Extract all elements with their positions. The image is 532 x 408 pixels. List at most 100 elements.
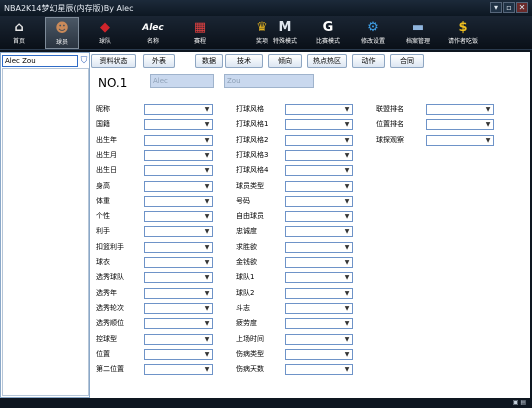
col2-select[interactable]: ▼ <box>285 257 353 268</box>
col1-select[interactable]: ▼ <box>144 241 213 253</box>
col3-select[interactable]: ▼ <box>426 104 494 115</box>
toolbar-button-9[interactable]: ▬ 档案管理 <box>401 17 435 49</box>
col1-select[interactable]: ▼ <box>144 211 213 223</box>
col1-select[interactable]: ▼ <box>144 165 213 177</box>
tab-0[interactable]: 资料状态 <box>91 54 136 68</box>
col2-select[interactable]: ▼ <box>285 241 353 253</box>
chevron-down-icon: ▼ <box>204 136 210 144</box>
app-window: NBA2K14梦幻星辰(内存版)By Alec ▾ ▫ ✕ ⌂ 首页 ☻ 球员 ◆ 球队 A… <box>0 0 532 408</box>
filter-icon[interactable]: ⛉ <box>79 55 89 67</box>
col1-label: 选秀轮次 <box>96 303 124 312</box>
col1-select[interactable]: ▼ <box>144 257 213 268</box>
col2-select[interactable]: ▼ <box>285 104 353 115</box>
col3-label: 球探观察 <box>376 135 404 144</box>
col1-select[interactable]: ▼ <box>144 180 213 192</box>
col2-select[interactable]: ▼ <box>285 180 353 192</box>
col2-label: 球队2 <box>236 288 255 297</box>
col1-select[interactable]: ▼ <box>144 104 213 115</box>
col1-select[interactable]: ▼ <box>144 364 213 376</box>
col2-label: 金钱欲 <box>236 258 257 266</box>
col2-select[interactable]: ▼ <box>285 272 353 284</box>
window-title: NBA2K14梦幻星辰(内存版)By Alec <box>4 4 134 13</box>
col2-label: 自由球员 <box>236 212 264 221</box>
col2-select[interactable]: ▼ <box>285 211 353 223</box>
tab-5[interactable]: 热点热区 <box>307 54 347 68</box>
gatorade-icon: G <box>322 20 334 35</box>
maximize-button[interactable]: ▫ <box>503 2 515 13</box>
col2-select[interactable]: ▼ <box>285 165 353 177</box>
toolbar-button-label: 球员 <box>55 39 68 46</box>
col1-select[interactable]: ▼ <box>144 333 213 345</box>
chevron-down-icon: ▼ <box>344 274 350 282</box>
player-list[interactable] <box>2 68 89 396</box>
col1-select[interactable]: ▼ <box>144 302 213 314</box>
col1-label: 选秀顺位 <box>96 319 124 328</box>
col3-select[interactable]: ▼ <box>426 134 494 146</box>
col2-select[interactable]: ▼ <box>285 119 353 131</box>
toolbar-button-label: 请作者吃饭 <box>447 38 478 45</box>
col2-select[interactable]: ▼ <box>285 287 353 299</box>
chevron-down-icon: ▼ <box>344 197 350 205</box>
chevron-down-icon: ▼ <box>204 213 210 221</box>
col1-select[interactable]: ▼ <box>144 318 213 330</box>
first-name-field[interactable]: Alec <box>150 74 214 88</box>
col1-select[interactable]: ▼ <box>144 134 213 146</box>
chevron-down-icon: ▼ <box>204 335 210 343</box>
col2-label: 忠诚度 <box>236 227 257 236</box>
col1-select[interactable]: ▼ <box>144 149 213 161</box>
chevron-down-icon: ▼ <box>344 106 350 113</box>
toolbar-button-10[interactable]: $ 请作者吃饭 <box>446 17 480 49</box>
col2-select[interactable]: ▼ <box>285 226 353 238</box>
col1-select[interactable]: ▼ <box>144 226 213 238</box>
col1-label: 个性 <box>96 212 110 221</box>
chevron-down-icon: ▼ <box>344 121 350 129</box>
col1-select[interactable]: ▼ <box>144 272 213 284</box>
col2-select[interactable]: ▼ <box>285 333 353 345</box>
tab-3[interactable]: 技术 <box>225 54 263 68</box>
toolbar-button-label: 球队 <box>98 38 111 45</box>
last-name-field[interactable]: Zou <box>224 74 314 88</box>
col2-label: 打球风格3 <box>236 150 269 159</box>
col2-select[interactable]: ▼ <box>285 134 353 146</box>
toolbar-button-3[interactable]: Alec 名称 <box>136 17 170 49</box>
col1-select[interactable]: ▼ <box>144 119 213 131</box>
toolbar-button-4[interactable]: ▦ 赛程 <box>183 17 217 49</box>
col1-select[interactable]: ▼ <box>144 348 213 360</box>
close-button[interactable]: ✕ <box>516 2 528 13</box>
chevron-down-icon: ▼ <box>204 228 210 236</box>
col2-label: 斗志 <box>236 303 250 312</box>
col3-label: 联盟排名 <box>376 105 404 113</box>
col1-label: 利手 <box>96 227 110 236</box>
col2-select[interactable]: ▼ <box>285 364 353 376</box>
col2-select[interactable]: ▼ <box>285 318 353 330</box>
toolbar-button-8[interactable]: ⚙ 修改设置 <box>356 17 390 49</box>
chevron-down-icon: ▼ <box>204 182 210 190</box>
tab-7[interactable]: 合同 <box>390 54 424 68</box>
col1-label: 控球型 <box>96 334 117 343</box>
player-icon: ☻ <box>55 21 69 36</box>
toolbar-button-0[interactable]: ⌂ 首页 <box>2 17 36 49</box>
col1-select[interactable]: ▼ <box>144 287 213 299</box>
tab-2[interactable]: 数据 <box>195 54 223 68</box>
toolbar-button-1[interactable]: ☻ 球员 <box>45 17 79 49</box>
col1-label: 扣篮利手 <box>96 242 124 251</box>
tab-6[interactable]: 动作 <box>352 54 385 68</box>
col1-label: 出生月 <box>96 150 117 159</box>
col2-select[interactable]: ▼ <box>285 302 353 314</box>
col2-label: 上场时间 <box>236 334 264 343</box>
col2-select[interactable]: ▼ <box>285 149 353 161</box>
tab-4[interactable]: 倾向 <box>268 54 302 68</box>
col3-select[interactable]: ▼ <box>426 119 494 131</box>
player-search-input[interactable]: Alec Zou <box>2 55 78 67</box>
col2-label: 球队1 <box>236 273 255 282</box>
tab-1[interactable]: 外表 <box>143 54 175 68</box>
col1-select[interactable]: ▼ <box>144 195 213 207</box>
minimize-button[interactable]: ▾ <box>490 2 502 13</box>
chevron-down-icon: ▼ <box>344 228 350 236</box>
col2-select[interactable]: ▼ <box>285 348 353 360</box>
toolbar-button-6[interactable]: M 特殊模式 <box>268 17 302 49</box>
toolbar-button-7[interactable]: G 比赛模式 <box>311 17 345 49</box>
col2-select[interactable]: ▼ <box>285 195 353 207</box>
toolbar-button-2[interactable]: ◆ 球队 <box>88 17 122 49</box>
chevron-down-icon: ▼ <box>344 213 350 221</box>
